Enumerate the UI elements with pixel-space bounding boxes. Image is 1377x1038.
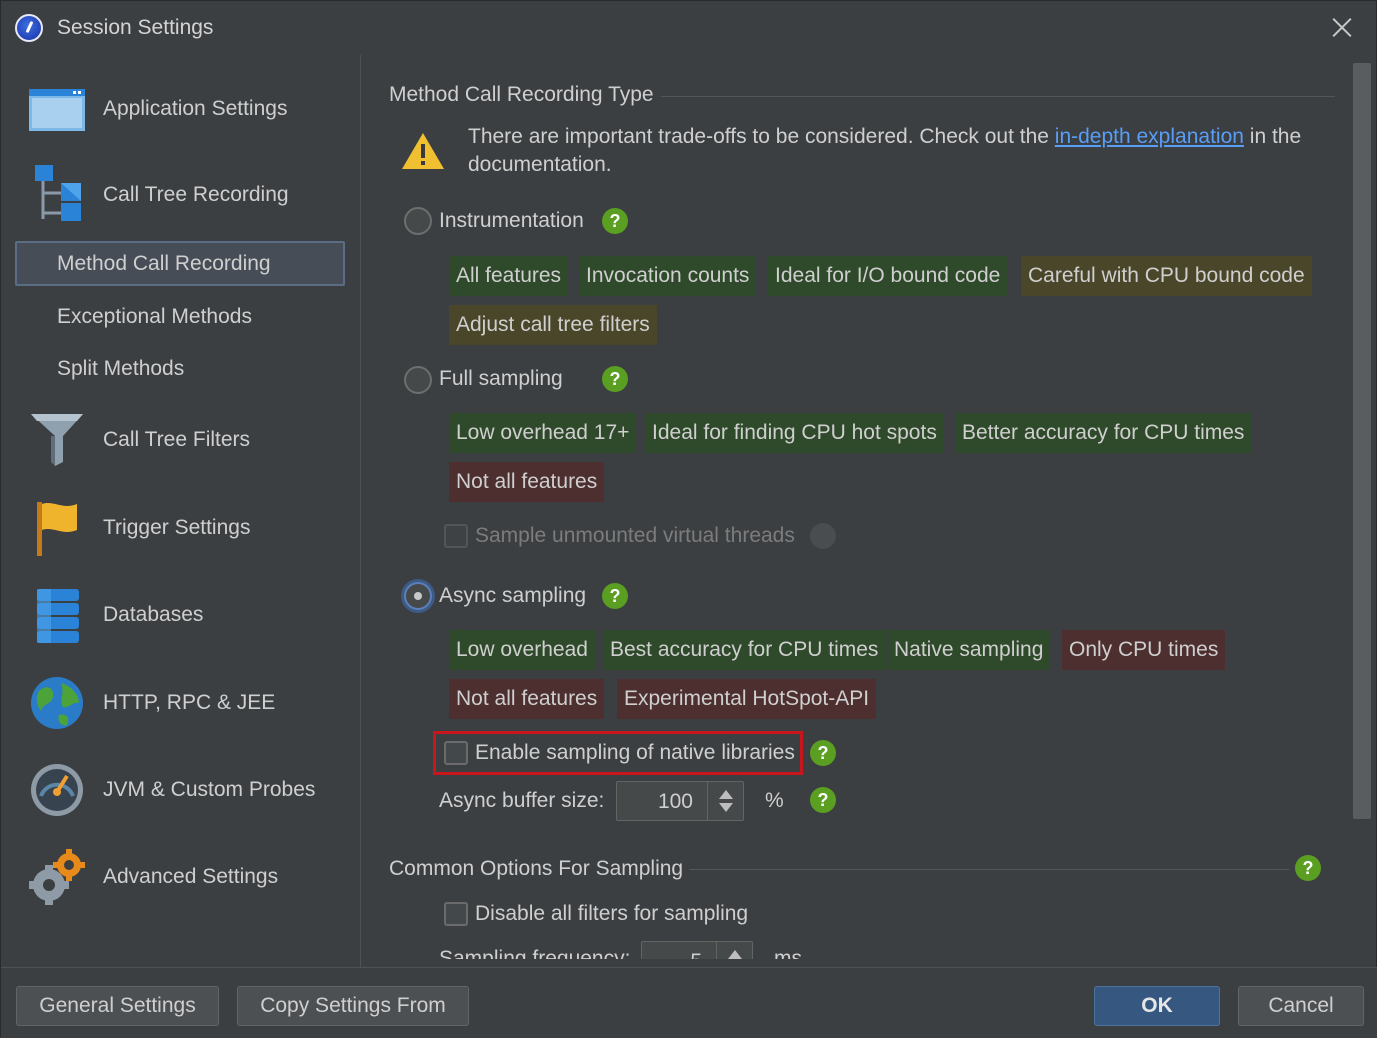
flag-icon <box>37 502 77 556</box>
warning-icon <box>402 133 444 169</box>
sidebar-item-method-call-recording[interactable]: Method Call Recording <box>15 241 345 286</box>
close-icon[interactable] <box>1327 13 1357 43</box>
help-icon[interactable]: ? <box>602 583 628 609</box>
tag-not-all-features: Not all features <box>449 679 605 719</box>
warning-text-before: There are important trade-offs to be con… <box>468 125 1055 148</box>
tag-all-features: All features <box>449 256 569 296</box>
section-divider <box>661 96 1335 97</box>
sidebar-item-application-settings[interactable]: Application Settings <box>15 79 345 139</box>
sidebar-item-call-tree-recording[interactable]: Call Tree Recording <box>15 165 345 225</box>
tag-low-overhead: Low overhead <box>449 630 595 670</box>
sidebar-item-label: Databases <box>103 603 204 626</box>
sidebar-item-label: JVM & Custom Probes <box>103 778 316 801</box>
cancel-button[interactable]: Cancel <box>1238 986 1364 1026</box>
spinner-arrows[interactable] <box>716 942 752 959</box>
globe-icon <box>31 677 83 729</box>
window-title: Session Settings <box>57 16 214 39</box>
ok-button[interactable]: OK <box>1094 986 1220 1026</box>
instrumentation-label[interactable]: Instrumentation <box>439 209 584 233</box>
async-buffer-spinner[interactable]: 100 <box>616 781 744 821</box>
help-icon[interactable]: ? <box>602 208 628 234</box>
sidebar: Application Settings Call Tree Recording… <box>1 55 361 967</box>
sidebar-item-call-tree-filters[interactable]: Call Tree Filters <box>15 410 345 470</box>
disable-filters-checkbox[interactable] <box>444 902 468 926</box>
sidebar-item-label: Method Call Recording <box>57 252 271 275</box>
full-sampling-label[interactable]: Full sampling <box>439 367 563 391</box>
spinner-arrows[interactable] <box>707 782 743 820</box>
tag-ideal-io-bound: Ideal for I/O bound code <box>768 256 1008 296</box>
section-divider <box>689 869 1289 870</box>
title-bar: Session Settings <box>1 1 1377 55</box>
sampling-frequency-unit: ms <box>774 947 802 959</box>
sidebar-item-label: Call Tree Recording <box>103 183 289 206</box>
sidebar-item-advanced-settings[interactable]: Advanced Settings <box>15 847 345 907</box>
help-icon[interactable]: ? <box>810 787 836 813</box>
native-libraries-label[interactable]: Enable sampling of native libraries <box>475 741 795 765</box>
sidebar-item-label: HTTP, RPC & JEE <box>103 691 276 714</box>
tag-adjust-filters: Adjust call tree filters <box>449 305 657 345</box>
full-sampling-radio[interactable] <box>404 366 432 394</box>
help-icon: ? <box>810 523 836 549</box>
footer: General Settings Copy Settings From OK C… <box>1 967 1377 1038</box>
sidebar-item-jvm-custom-probes[interactable]: JVM & Custom Probes <box>15 760 345 820</box>
tag-invocation-counts: Invocation counts <box>579 256 757 296</box>
clipped-frequency-row: Sampling frequency: 5 ms <box>362 941 1352 959</box>
sampling-frequency-label: Sampling frequency: <box>439 947 631 959</box>
arrow-down-icon[interactable] <box>719 803 733 812</box>
call-tree-recording-icon <box>35 165 81 221</box>
sidebar-item-label: Advanced Settings <box>103 865 279 888</box>
copy-settings-button[interactable]: Copy Settings From <box>237 986 469 1026</box>
tag-best-accuracy: Best accuracy for CPU times <box>603 630 886 670</box>
sidebar-item-label: Application Settings <box>103 97 288 120</box>
tag-better-accuracy: Better accuracy for CPU times <box>955 413 1252 453</box>
funnel-icon <box>31 414 83 466</box>
session-settings-dialog: Session Settings Application Settings Ca… <box>0 0 1377 1038</box>
vertical-scrollbar[interactable] <box>1353 63 1371 819</box>
tag-cpu-hot-spots: Ideal for finding CPU hot spots <box>645 413 944 453</box>
sampling-frequency-spinner[interactable]: 5 <box>641 941 753 959</box>
sidebar-item-label: Trigger Settings <box>103 516 251 539</box>
help-icon[interactable]: ? <box>810 740 836 766</box>
application-settings-icon <box>29 89 85 131</box>
sample-virtual-threads-checkbox[interactable] <box>444 524 468 548</box>
help-icon[interactable]: ? <box>1295 855 1321 881</box>
sidebar-item-split-methods[interactable]: Split Methods <box>15 347 345 392</box>
section-title-common-options: Common Options For Sampling <box>389 857 684 880</box>
in-depth-explanation-link[interactable]: in-depth explanation <box>1055 125 1244 148</box>
sidebar-item-label: Call Tree Filters <box>103 428 251 451</box>
sidebar-item-label: Split Methods <box>57 357 185 380</box>
sidebar-item-http-rpc-jee[interactable]: HTTP, RPC & JEE <box>15 673 345 733</box>
sidebar-item-databases[interactable]: Databases <box>15 585 345 645</box>
app-icon <box>15 14 43 42</box>
async-sampling-radio[interactable] <box>404 582 432 610</box>
tag-only-cpu-times: Only CPU times <box>1062 630 1226 670</box>
tag-experimental-hotspot: Experimental HotSpot-API <box>617 679 877 719</box>
disable-filters-label[interactable]: Disable all filters for sampling <box>475 902 748 926</box>
warning-text: There are important trade-offs to be con… <box>468 123 1328 179</box>
async-buffer-unit: % <box>765 789 784 812</box>
sampling-frequency-value[interactable]: 5 <box>690 950 702 959</box>
sidebar-item-label: Exceptional Methods <box>57 305 252 328</box>
database-icon <box>37 589 79 643</box>
native-libraries-checkbox[interactable] <box>444 741 468 765</box>
sidebar-item-trigger-settings[interactable]: Trigger Settings <box>15 498 345 558</box>
tag-not-all-features: Not all features <box>449 462 605 502</box>
sidebar-item-exceptional-methods[interactable]: Exceptional Methods <box>15 295 345 340</box>
tag-careful-cpu-bound: Careful with CPU bound code <box>1021 256 1312 296</box>
async-sampling-label[interactable]: Async sampling <box>439 584 586 608</box>
sample-virtual-threads-label: Sample unmounted virtual threads <box>475 524 795 547</box>
async-buffer-label: Async buffer size: <box>439 789 605 812</box>
arrow-up-icon[interactable] <box>728 950 742 959</box>
gears-icon <box>29 849 85 905</box>
tag-low-overhead-17: Low overhead 17+ <box>449 413 637 453</box>
async-buffer-value[interactable]: 100 <box>658 790 693 814</box>
help-icon[interactable]: ? <box>602 366 628 392</box>
section-title-recording-type: Method Call Recording Type <box>389 83 654 106</box>
general-settings-button[interactable]: General Settings <box>16 986 219 1026</box>
arrow-up-icon[interactable] <box>719 790 733 799</box>
gauge-icon <box>31 764 83 816</box>
instrumentation-radio[interactable] <box>404 207 432 235</box>
tag-native-sampling: Native sampling <box>887 630 1051 670</box>
